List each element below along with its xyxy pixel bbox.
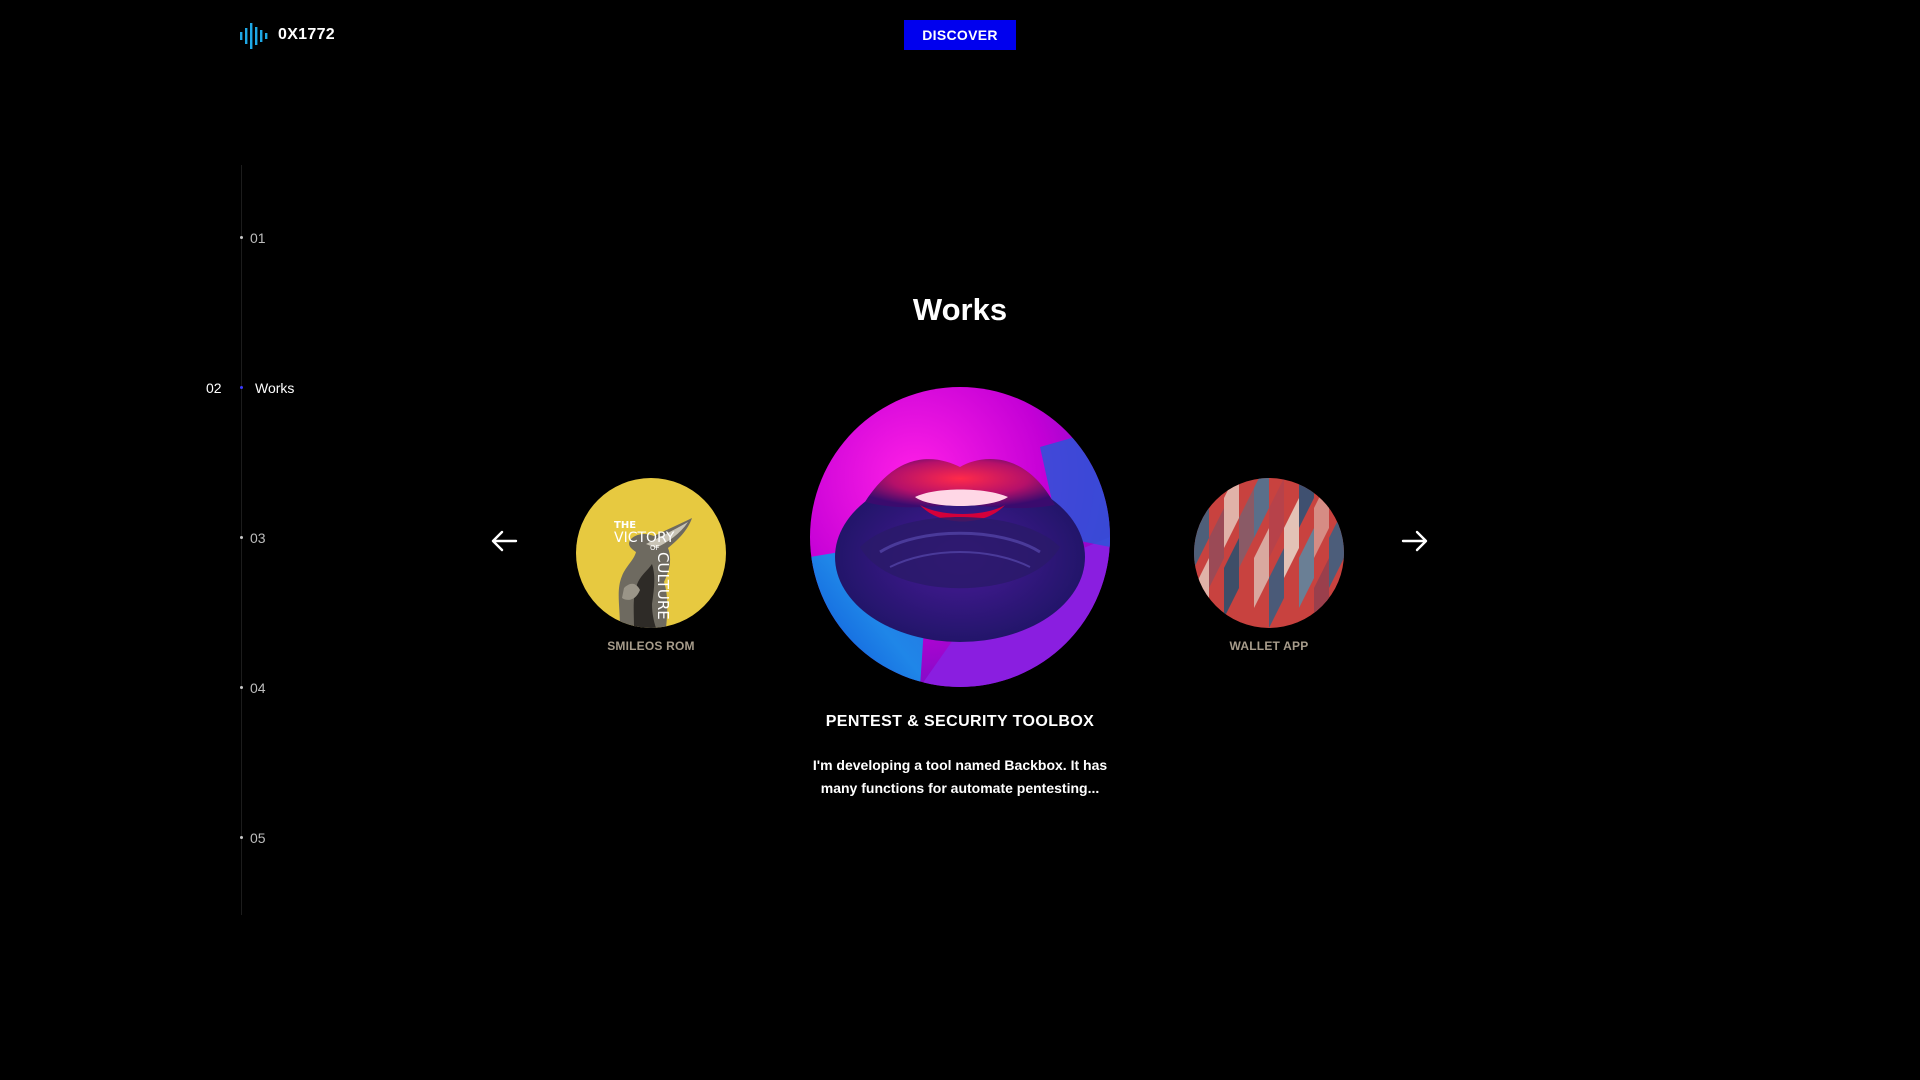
- poster-text-victory: VICTORY: [614, 530, 675, 546]
- featured-work-description: I'm developing a tool named Backbox. It …: [812, 757, 1108, 796]
- work-thumbnail-smileos-rom: THE VICTORY OF CULTURE: [576, 478, 726, 628]
- poster-image: THE VICTORY OF CULTURE: [576, 478, 726, 628]
- featured-work-image[interactable]: [810, 387, 1110, 687]
- arrow-left-icon: [491, 530, 518, 552]
- pattern-image: [1194, 478, 1344, 628]
- featured-work-title: PENTEST & SECURITY TOOLBOX: [825, 713, 1095, 730]
- nav-dot: [240, 836, 243, 839]
- sound-wave-icon: [240, 23, 268, 49]
- next-work-button[interactable]: [1400, 527, 1430, 555]
- arrow-right-icon: [1401, 530, 1428, 552]
- brand-name: 0X1772: [278, 26, 335, 43]
- lips-artwork: [810, 387, 1110, 687]
- nav-dot: [240, 686, 243, 689]
- nav-item-label: 05: [250, 830, 266, 846]
- nav-item-label: 01: [250, 230, 266, 246]
- nav-item-label: 03: [250, 530, 266, 546]
- work-item-wallet-app[interactable]: WALLET APP: [1194, 478, 1344, 653]
- work-caption: SMILEOS ROM: [607, 639, 695, 653]
- work-caption: WALLET APP: [1229, 639, 1309, 653]
- work-thumbnail-wallet-app: [1194, 478, 1344, 628]
- discover-button[interactable]: DISCOVER: [904, 20, 1016, 50]
- nav-dot: [240, 386, 243, 389]
- nav-dot: [240, 536, 243, 539]
- nav-dot: [240, 236, 243, 239]
- poster-text-culture: CULTURE: [654, 552, 672, 620]
- section-title: Works: [912, 292, 1008, 327]
- nav-item-label: Works: [255, 380, 295, 396]
- brand-logo[interactable]: 0X1772: [239, 20, 335, 50]
- prev-work-button[interactable]: [489, 527, 519, 555]
- section-nav-line: [241, 165, 242, 915]
- nav-item-label: 04: [250, 680, 266, 696]
- poster-text-of: OF: [650, 544, 660, 552]
- work-item-smileos-rom[interactable]: THE VICTORY OF CULTURE SMILEOS ROM: [576, 478, 726, 653]
- nav-item-number: 02: [206, 380, 222, 396]
